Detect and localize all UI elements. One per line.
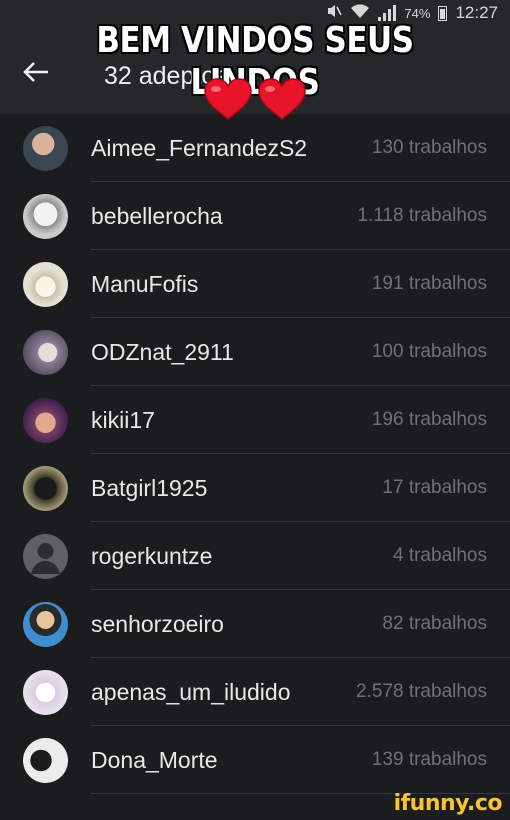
list-item[interactable]: Batgirl1925 17 trabalhos [0,454,510,522]
avatar[interactable] [23,466,68,511]
member-name: bebellerocha [91,203,223,229]
work-count: 4 trabalhos [392,545,487,566]
avatar[interactable] [23,602,68,647]
member-name: Aimee_FernandezS2 [91,135,308,161]
work-count: 2.578 trabalhos [356,681,487,702]
avatar[interactable] [23,398,68,443]
avatar[interactable] [23,738,68,783]
ifunny-watermark: ifunny.co [393,791,503,816]
avatar[interactable] [23,670,68,715]
work-count: 130 trabalhos [371,137,487,158]
list-item[interactable]: kikii17 196 trabalhos [0,386,510,454]
signal-icon [378,5,397,21]
work-count: 196 trabalhos [371,409,487,430]
avatar[interactable] [23,126,68,171]
list-item[interactable]: apenas_um_iludido 2.578 trabalhos [0,658,510,726]
member-name: Batgirl1925 [91,475,208,501]
avatar[interactable] [23,262,68,307]
work-count: 191 trabalhos [371,273,487,294]
member-name: ManuFofis [91,271,199,297]
member-name: senhorzoeiro [91,611,224,637]
list-item[interactable]: Dona_Morte 139 trabalhos [0,726,510,794]
work-count: 100 trabalhos [371,341,487,362]
member-name: ODZnat_2911 [91,339,234,365]
battery-icon [438,5,448,21]
list-item[interactable]: senhorzoeiro 82 trabalhos [0,590,510,658]
work-count: 17 trabalhos [382,477,487,498]
work-count: 82 trabalhos [382,613,487,634]
list-item[interactable]: ODZnat_2911 100 trabalhos [0,318,510,386]
member-name: apenas_um_iludido [91,679,291,705]
avatar[interactable] [23,194,68,239]
member-name: Dona_Morte [91,747,218,773]
list-item[interactable]: rogerkuntze 4 trabalhos [0,522,510,590]
battery-percent: 74% [404,5,431,21]
list-item[interactable]: Aimee_FernandezS2 130 trabalhos [0,114,510,182]
member-name: rogerkuntze [91,543,213,569]
avatar[interactable] [23,330,68,375]
list-item[interactable]: bebellerocha 1.118 trabalhos [0,182,510,250]
work-count: 1.118 trabalhos [357,205,487,226]
list-item[interactable]: ManuFofis 191 trabalhos [0,250,510,318]
work-count: 139 trabalhos [371,749,487,770]
member-name: kikii17 [91,407,155,433]
avatar[interactable] [23,534,68,579]
